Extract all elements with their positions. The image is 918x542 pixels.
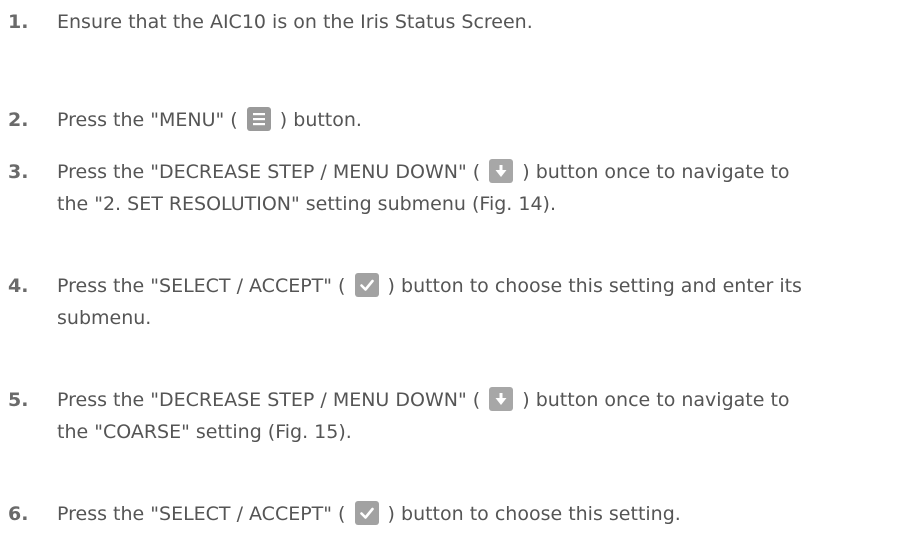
step-line: Press the "DECREASE STEP / MENU DOWN" ( … [57, 156, 912, 188]
step-text-before-icon: Press the "DECREASE STEP / MENU DOWN" ( [57, 389, 487, 411]
step-line: Press the "SELECT / ACCEPT" ( ) button t… [57, 498, 912, 530]
step-text: Ensure that the AIC10 is on the Iris Sta… [57, 6, 912, 38]
step-line: submenu. [57, 307, 152, 329]
step-number: 3. [8, 161, 29, 183]
step-text-after-icon: ) button once to navigate to [516, 389, 790, 411]
step-text: Press the "SELECT / ACCEPT" ( ) button t… [57, 498, 912, 530]
step-text-after-icon: ) button once to navigate to [516, 161, 790, 183]
checkmark-icon [354, 501, 379, 525]
step-text: Press the "SELECT / ACCEPT" ( ) button t… [57, 270, 912, 334]
step-number: 4. [8, 275, 29, 297]
step-text-before-icon: Press the "MENU" ( [57, 109, 244, 131]
step-line: the "COARSE" setting (Fig. 15). [57, 421, 352, 443]
arrow-down-icon [489, 159, 514, 183]
step-line: Press the "DECREASE STEP / MENU DOWN" ( … [57, 384, 912, 416]
step-text-before-icon: Press the "SELECT / ACCEPT" ( [57, 503, 352, 525]
step-number: 6. [8, 503, 29, 525]
step-text: Press the "MENU" ( ) button. [57, 104, 912, 136]
step-line: Press the "MENU" ( ) button. [57, 104, 912, 136]
step-line: Press the "SELECT / ACCEPT" ( ) button t… [57, 270, 912, 302]
instruction-steps: 1. Ensure that the AIC10 is on the Iris … [0, 0, 918, 542]
step-number: 1. [8, 11, 29, 33]
step-text-after-icon: ) button to choose this setting and ente… [381, 275, 802, 297]
step-text-after-icon: ) button. [273, 109, 362, 131]
step-text-after-icon: ) button to choose this setting. [381, 503, 681, 525]
step-text: Press the "DECREASE STEP / MENU DOWN" ( … [57, 156, 912, 220]
step-number: 2. [8, 109, 29, 131]
step-text-before-icon: Press the "DECREASE STEP / MENU DOWN" ( [57, 161, 487, 183]
arrow-down-icon [489, 387, 514, 411]
step-line: the "2. SET RESOLUTION" setting submenu … [57, 193, 557, 215]
step-text: Press the "DECREASE STEP / MENU DOWN" ( … [57, 384, 912, 448]
step-text-before-icon: Press the "SELECT / ACCEPT" ( [57, 275, 352, 297]
checkmark-icon [354, 273, 379, 297]
step-line: Ensure that the AIC10 is on the Iris Sta… [57, 11, 533, 33]
menu-icon [246, 107, 271, 131]
step-number: 5. [8, 389, 29, 411]
